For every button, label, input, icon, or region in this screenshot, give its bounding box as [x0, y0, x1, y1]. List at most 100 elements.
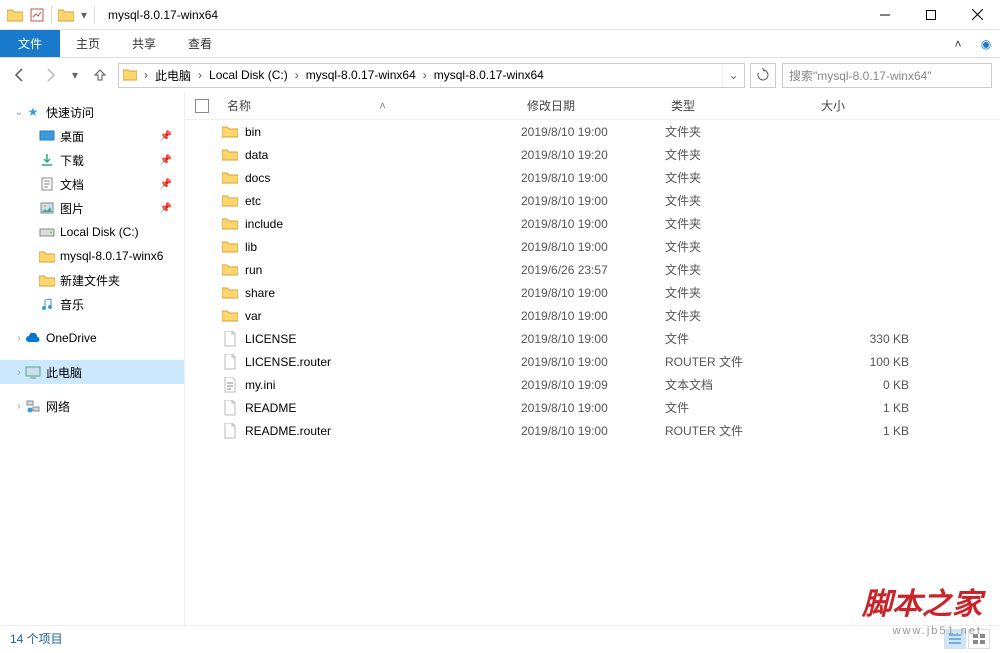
minimize-button[interactable]	[862, 0, 908, 30]
file-type: 文件夹	[665, 146, 815, 163]
file-date: 2019/8/10 19:00	[521, 240, 665, 254]
item-icon	[38, 130, 56, 142]
sidebar-onedrive[interactable]: › OneDrive	[0, 326, 184, 350]
file-row[interactable]: lib2019/8/10 19:00文件夹	[185, 235, 1000, 258]
file-row[interactable]: LICENSE2019/8/10 19:00文件330 KB	[185, 327, 1000, 350]
file-name: var	[245, 309, 521, 323]
file-icon	[221, 423, 239, 439]
sidebar-item[interactable]: 音乐	[0, 292, 184, 316]
folder-icon	[221, 263, 239, 276]
sidebar-item[interactable]: mysql-8.0.17-winx6	[0, 244, 184, 268]
search-input[interactable]: 搜索"mysql-8.0.17-winx64"	[782, 63, 992, 88]
sidebar-item-label: 新建文件夹	[60, 272, 120, 289]
qat-dropdown[interactable]: ▾	[77, 4, 91, 26]
file-row[interactable]: docs2019/8/10 19:00文件夹	[185, 166, 1000, 189]
file-name: run	[245, 263, 521, 277]
ribbon-tab-view[interactable]: 查看	[172, 30, 228, 57]
back-button[interactable]	[8, 63, 32, 87]
ribbon-tab-home[interactable]: 主页	[60, 30, 116, 57]
sidebar-item-label: 快速访问	[46, 104, 94, 121]
column-size[interactable]: 大小	[815, 92, 915, 119]
sidebar: ⌄ ★ 快速访问 桌面📌下载📌文档📌图片📌Local Disk (C:)mysq…	[0, 92, 185, 625]
file-row[interactable]: bin2019/8/10 19:00文件夹	[185, 120, 1000, 143]
sidebar-item[interactable]: 文档📌	[0, 172, 184, 196]
watermark: 脚本之家	[862, 579, 982, 623]
ini-icon	[221, 377, 239, 393]
file-date: 2019/8/10 19:20	[521, 148, 665, 162]
sidebar-item[interactable]: 图片📌	[0, 196, 184, 220]
file-size: 1 KB	[815, 401, 909, 415]
file-icon	[221, 400, 239, 416]
chevron-right-icon: ›	[14, 333, 24, 344]
refresh-button[interactable]	[750, 63, 776, 88]
file-row[interactable]: run2019/6/26 23:57文件夹	[185, 258, 1000, 281]
file-date: 2019/8/10 19:00	[521, 309, 665, 323]
chevron-right-icon[interactable]: ›	[195, 68, 205, 82]
file-name: lib	[245, 240, 521, 254]
file-name: etc	[245, 194, 521, 208]
history-dropdown[interactable]: ⌄	[722, 64, 744, 87]
column-date[interactable]: 修改日期	[521, 92, 665, 119]
file-row[interactable]: var2019/8/10 19:00文件夹	[185, 304, 1000, 327]
sidebar-item[interactable]: Local Disk (C:)	[0, 220, 184, 244]
file-type: 文件夹	[665, 169, 815, 186]
pin-icon: 📌	[160, 131, 172, 142]
sidebar-this-pc[interactable]: › 此电脑	[0, 360, 184, 384]
folder-icon	[55, 4, 77, 26]
qat-properties-button[interactable]	[26, 4, 48, 26]
sidebar-network[interactable]: › 网络	[0, 394, 184, 418]
sidebar-quick-access[interactable]: ⌄ ★ 快速访问	[0, 100, 184, 124]
file-row[interactable]: README.router2019/8/10 19:00ROUTER 文件1 K…	[185, 419, 1000, 442]
close-button[interactable]	[954, 0, 1000, 30]
item-icon	[38, 177, 56, 191]
file-name: README	[245, 401, 521, 415]
pin-icon: 📌	[160, 179, 172, 190]
sidebar-item[interactable]: 新建文件夹	[0, 268, 184, 292]
file-row[interactable]: include2019/8/10 19:00文件夹	[185, 212, 1000, 235]
chevron-down-icon: ⌄	[14, 107, 24, 118]
breadcrumb-seg[interactable]: 此电脑	[151, 64, 195, 87]
file-row[interactable]: etc2019/8/10 19:00文件夹	[185, 189, 1000, 212]
column-name[interactable]: 名称˄	[221, 92, 521, 119]
computer-icon	[24, 366, 42, 379]
file-row[interactable]: LICENSE.router2019/8/10 19:00ROUTER 文件10…	[185, 350, 1000, 373]
forward-button[interactable]	[38, 63, 62, 87]
breadcrumb-seg[interactable]: mysql-8.0.17-winx64	[302, 64, 420, 87]
folder-icon	[4, 4, 26, 26]
breadcrumb-seg[interactable]: mysql-8.0.17-winx64	[430, 64, 548, 87]
breadcrumb-seg[interactable]: Local Disk (C:)	[205, 64, 292, 87]
pin-icon: 📌	[160, 155, 172, 166]
ribbon: 文件 主页 共享 查看 ˄ ◉	[0, 30, 1000, 58]
file-row[interactable]: my.ini2019/8/10 19:09文本文档0 KB	[185, 373, 1000, 396]
file-row[interactable]: data2019/8/10 19:20文件夹	[185, 143, 1000, 166]
up-button[interactable]	[88, 63, 112, 87]
item-icon	[38, 274, 56, 287]
file-date: 2019/8/10 19:00	[521, 125, 665, 139]
ribbon-expand-button[interactable]: ˄	[944, 30, 972, 57]
file-date: 2019/8/10 19:00	[521, 194, 665, 208]
column-type[interactable]: 类型	[665, 92, 815, 119]
sidebar-item[interactable]: 桌面📌	[0, 124, 184, 148]
folder-icon	[221, 309, 239, 322]
sidebar-item-label: 此电脑	[46, 364, 82, 381]
titlebar: ▾ mysql-8.0.17-winx64	[0, 0, 1000, 30]
chevron-right-icon[interactable]: ›	[292, 68, 302, 82]
file-type: 文件夹	[665, 238, 815, 255]
chevron-right-icon[interactable]: ›	[141, 68, 151, 82]
chevron-right-icon[interactable]: ›	[420, 68, 430, 82]
ribbon-file-tab[interactable]: 文件	[0, 30, 60, 57]
file-type: 文件	[665, 330, 815, 347]
breadcrumb[interactable]: › 此电脑 › Local Disk (C:) › mysql-8.0.17-w…	[118, 63, 745, 88]
maximize-button[interactable]	[908, 0, 954, 30]
file-row[interactable]: README2019/8/10 19:00文件1 KB	[185, 396, 1000, 419]
file-row[interactable]: share2019/8/10 19:00文件夹	[185, 281, 1000, 304]
recent-button[interactable]: ▾	[68, 63, 82, 87]
sidebar-item[interactable]: 下载📌	[0, 148, 184, 172]
watermark-url: www.jb51.net	[893, 625, 982, 637]
content-area: 名称˄ 修改日期 类型 大小 bin2019/8/10 19:00文件夹data…	[185, 92, 1000, 625]
file-date: 2019/8/10 19:09	[521, 378, 665, 392]
ribbon-tab-share[interactable]: 共享	[116, 30, 172, 57]
select-all-checkbox[interactable]	[195, 99, 209, 113]
file-icon	[221, 331, 239, 347]
help-button[interactable]: ◉	[972, 30, 1000, 57]
